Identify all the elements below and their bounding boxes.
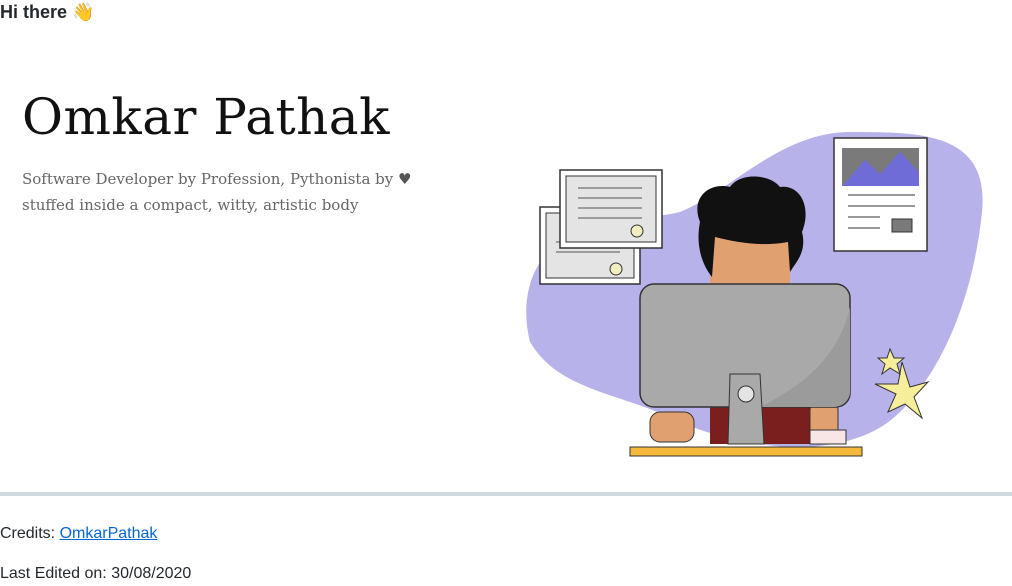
credits-link[interactable]: OmkarPathak — [60, 525, 158, 542]
developer-illustration — [526, 132, 983, 457]
certificate-front-icon — [559, 169, 663, 249]
greeting-text: Hi there — [0, 2, 68, 22]
profile-banner: Omkar Pathak Software Developer by Profe… — [0, 40, 1012, 480]
section-divider — [0, 492, 1012, 496]
tagline-part-2: stuffed inside a compact, witty, artisti… — [22, 196, 359, 214]
tagline-part-1: Software Developer by Profession, Python… — [22, 170, 394, 188]
profile-name: Omkar Pathak — [22, 88, 390, 146]
image-document-icon — [833, 137, 928, 252]
heart-icon: ♥ — [398, 170, 412, 188]
last-edited-date: 30/08/2020 — [111, 565, 192, 582]
waving-hand-icon: 👋 — [72, 2, 95, 22]
greeting-heading: Hi there 👋 — [0, 2, 94, 23]
desk — [629, 446, 863, 457]
credits-label: Credits: — [0, 525, 56, 542]
last-edited-line: Last Edited on: 30/08/2020 — [0, 565, 191, 583]
last-edited-label: Last Edited on: — [0, 565, 107, 582]
credits-line: Credits: OmkarPathak — [0, 525, 157, 543]
profile-tagline: Software Developer by Profession, Python… — [22, 166, 462, 218]
